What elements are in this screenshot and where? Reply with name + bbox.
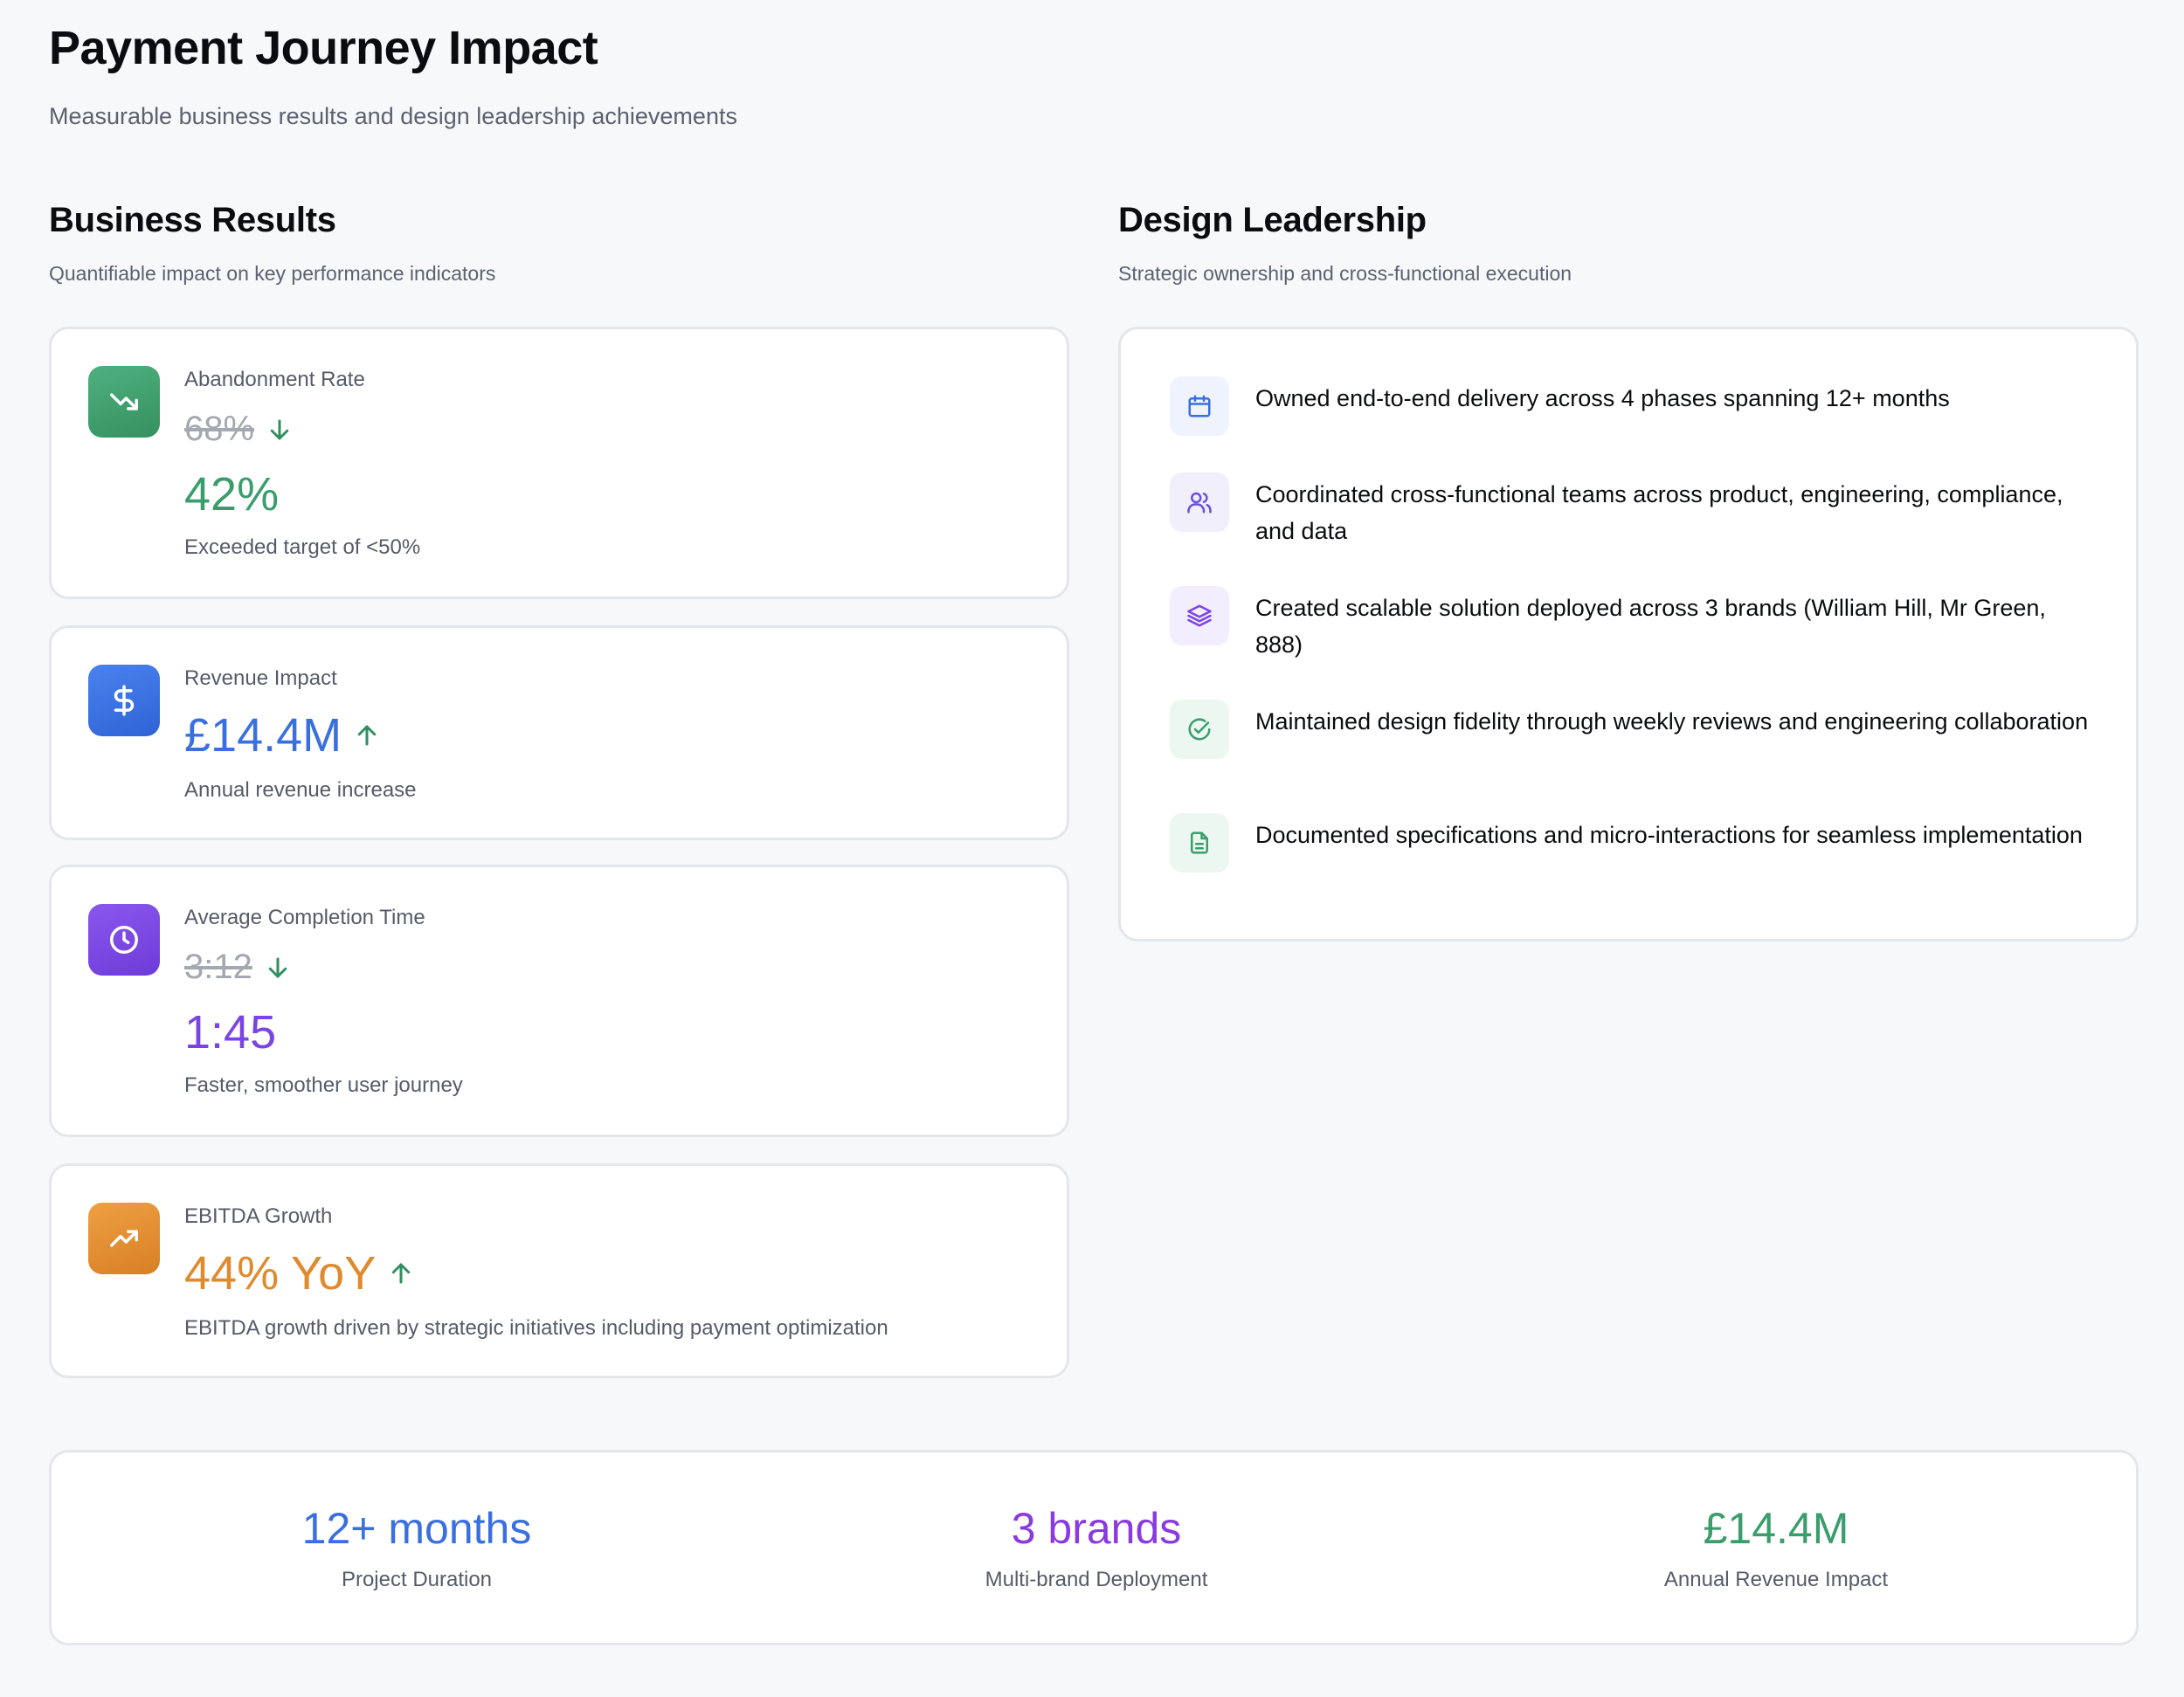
- summary-item-brands: 3 brands Multi-brand Deployment: [834, 1501, 1358, 1592]
- clock-icon: [88, 904, 160, 976]
- page-title: Payment Journey Impact: [49, 22, 598, 74]
- summary-value: £14.4M: [1703, 1504, 1849, 1553]
- previous-value-text: 3:12: [184, 948, 252, 986]
- metric-previous-value: 3:12: [184, 948, 291, 987]
- arrow-down-icon: [268, 957, 287, 977]
- arrow-up-icon: [357, 725, 377, 746]
- summary-item-duration: 12+ months Project Duration: [155, 1501, 679, 1592]
- arrow-down-icon: [270, 419, 289, 439]
- document-icon: [1170, 813, 1229, 873]
- leadership-item-text: Documented specifications and micro-inte…: [1255, 822, 2083, 848]
- summary-item-revenue: £14.4M Annual Revenue Impact: [1514, 1501, 2038, 1592]
- leadership-item-text: Created scalable solution deployed acros…: [1255, 595, 2046, 658]
- leadership-item-text: Coordinated cross-functional teams acros…: [1255, 481, 2063, 544]
- summary-label: Multi-brand Deployment: [985, 1568, 1208, 1591]
- dollar-icon: [88, 665, 160, 736]
- metric-description: Exceeded target of <50%: [184, 535, 421, 559]
- trending-up-icon: [88, 1203, 160, 1274]
- metric-value-text: £14.4M: [184, 709, 342, 762]
- leadership-item-text: Owned end-to-end delivery across 4 phase…: [1255, 385, 1950, 411]
- leadership-item: Documented specifications and micro-inte…: [1170, 813, 2094, 873]
- business-results-title: Business Results: [49, 201, 336, 239]
- metric-label: Revenue Impact: [184, 666, 337, 690]
- summary-label: Project Duration: [341, 1568, 493, 1591]
- arrow-up-icon: [391, 1263, 411, 1284]
- business-results-subtitle: Quantifiable impact on key performance i…: [49, 262, 496, 285]
- summary-value: 3 brands: [1011, 1504, 1182, 1553]
- metric-value-text: 44% YoY: [184, 1247, 377, 1300]
- metric-value: 44% YoY: [184, 1246, 414, 1300]
- leadership-item: Maintained design fidelity through weekl…: [1170, 700, 2094, 759]
- metric-label: EBITDA Growth: [184, 1204, 333, 1228]
- summary-card: 12+ months Project Duration 3 brands Mul…: [49, 1450, 2139, 1645]
- metric-value: 1:45: [184, 1006, 277, 1059]
- leadership-item: Created scalable solution deployed acros…: [1170, 586, 2094, 663]
- metric-card-completion-time: Average Completion Time 3:12 1:45 Faster…: [49, 865, 1069, 1137]
- metric-card-abandonment-rate: Abandonment Rate 68% 42% Exceeded target…: [49, 327, 1069, 599]
- metric-value: £14.4M: [184, 708, 380, 762]
- metric-label: Abandonment Rate: [184, 368, 365, 391]
- leadership-item: Coordinated cross-functional teams acros…: [1170, 473, 2094, 549]
- metric-description: EBITDA growth driven by strategic initia…: [184, 1316, 888, 1340]
- users-icon: [1170, 473, 1229, 532]
- trending-down-icon: [88, 366, 160, 438]
- leadership-item-text: Maintained design fidelity through weekl…: [1255, 708, 2089, 735]
- layers-icon: [1170, 586, 1229, 645]
- check-circle-icon: [1170, 700, 1229, 759]
- metric-description: Annual revenue increase: [184, 778, 417, 802]
- metric-card-ebitda-growth: EBITDA Growth 44% YoY EBITDA growth driv…: [49, 1163, 1069, 1378]
- metric-description: Faster, smoother user journey: [184, 1073, 463, 1097]
- summary-value: 12+ months: [301, 1504, 532, 1553]
- page-subtitle: Measurable business results and design l…: [49, 103, 737, 129]
- design-leadership-subtitle: Strategic ownership and cross-functional…: [1118, 262, 1572, 285]
- previous-value-text: 68%: [184, 410, 255, 448]
- leadership-item: Owned end-to-end delivery across 4 phase…: [1170, 376, 2094, 436]
- design-leadership-title: Design Leadership: [1118, 201, 1427, 239]
- metric-value: 42%: [184, 468, 280, 521]
- metric-label: Average Completion Time: [184, 906, 425, 929]
- metric-card-revenue-impact: Revenue Impact £14.4M Annual revenue inc…: [49, 625, 1069, 840]
- calendar-icon: [1170, 376, 1229, 436]
- design-leadership-card: Owned end-to-end delivery across 4 phase…: [1118, 327, 2139, 942]
- metric-previous-value: 68%: [184, 410, 293, 449]
- summary-label: Annual Revenue Impact: [1663, 1568, 1889, 1591]
